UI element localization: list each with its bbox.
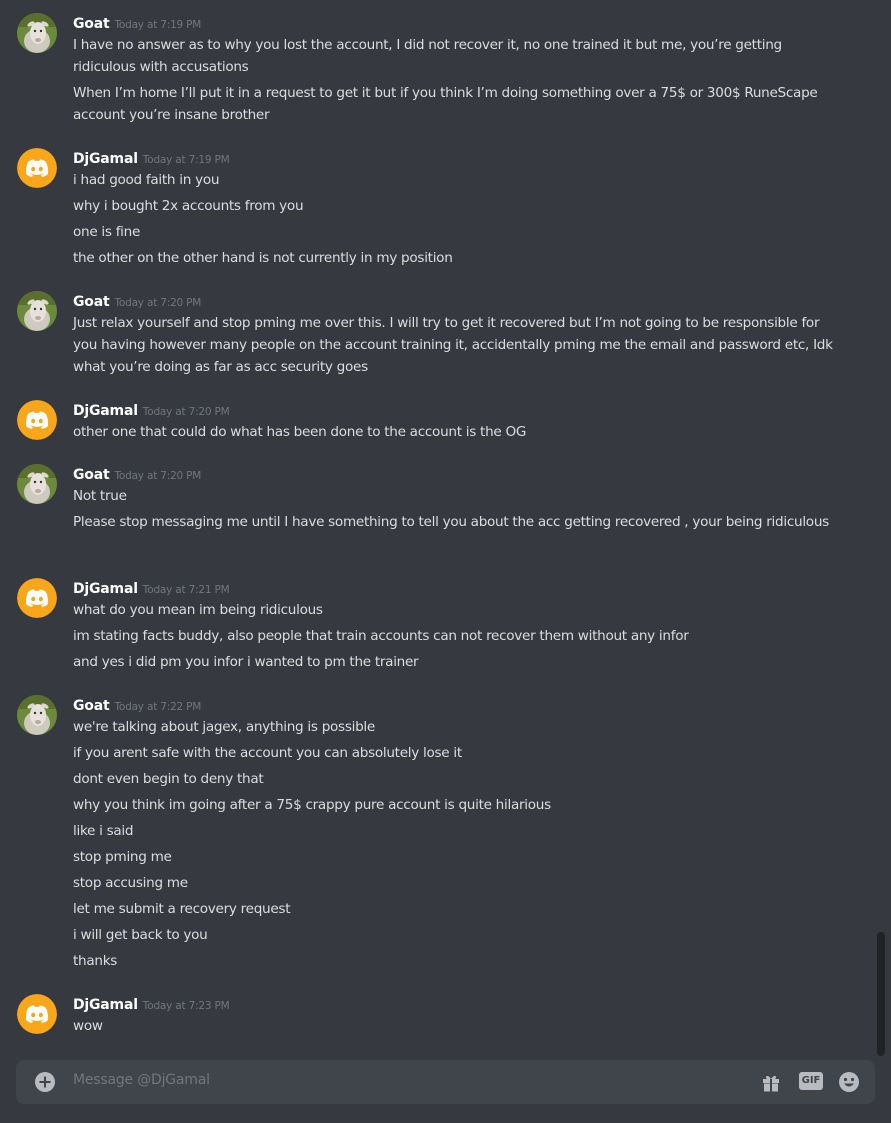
username[interactable]: DjGamal [73,997,138,1013]
message-text: like i said [73,823,134,839]
username[interactable]: DjGamal [73,581,138,597]
message-text: we're talking about jagex, anything is p… [73,719,375,735]
message-text: wow [73,1018,103,1034]
goat-avatar[interactable] [17,291,57,331]
message-header: Goat Today at 7:20 PM [73,291,201,311]
message-header: Goat Today at 7:19 PM [73,13,201,33]
username[interactable]: Goat [73,294,110,310]
message-list: Goat Today at 7:19 PM I have no answer as … [0,0,891,1050]
message-composer[interactable]: Message @DjGamal GIF [16,1060,875,1104]
timestamp: Today at 7:21 PM [142,584,230,596]
message-text: and yes i did pm you infor i wanted to p… [73,654,419,670]
message-content: I have no answer as to why you lost the … [73,34,833,130]
message-text: the other on the other hand is not curre… [73,250,453,266]
message-header: Goat Today at 7:22 PM [73,695,201,715]
username[interactable]: Goat [73,16,110,32]
message-text: what do you mean im being ridiculous [73,602,323,618]
discord-avatar[interactable] [17,578,57,618]
message-text: dont even begin to deny that [73,771,264,787]
message-text: why i bought 2x accounts from you [73,198,304,214]
message-text: stop pming me [73,849,172,865]
timestamp: Today at 7:19 PM [142,154,230,166]
timestamp: Today at 7:22 PM [114,701,202,713]
username[interactable]: DjGamal [73,403,138,419]
goat-avatar[interactable] [17,13,57,53]
username[interactable]: Goat [73,698,110,714]
username[interactable]: DjGamal [73,151,138,167]
message-header: DjGamal Today at 7:21 PM [73,578,230,598]
message-content: i had good faith in you why i bought 2x a… [73,169,833,273]
message-text: why you think im going after a 75$ crapp… [73,797,551,813]
gift-icon[interactable] [760,1071,782,1093]
message-text: other one that could do what has been do… [73,424,527,440]
message-text: Just relax yourself and stop pming me ov… [73,315,833,375]
emoji-icon[interactable] [838,1071,860,1093]
plus-icon[interactable] [34,1071,56,1093]
timestamp: Today at 7:20 PM [114,297,202,309]
timestamp: Today at 7:23 PM [142,1000,230,1012]
message-text: im stating facts buddy, also people that… [73,628,689,644]
goat-avatar[interactable] [17,464,57,504]
message-text: I have no answer as to why you lost the … [73,37,782,75]
message-header: DjGamal Today at 7:19 PM [73,148,230,168]
message-text: let me submit a recovery request [73,901,291,917]
timestamp: Today at 7:20 PM [142,406,230,418]
message-text: if you arent safe with the account you c… [73,745,462,761]
discord-avatar[interactable] [17,994,57,1034]
message-content: Not true Please stop messaging me until I… [73,485,833,537]
message-header: Goat Today at 7:20 PM [73,464,201,484]
goat-avatar[interactable] [17,695,57,735]
message-text: one is fine [73,224,141,240]
message-header: DjGamal Today at 7:23 PM [73,994,230,1014]
timestamp: Today at 7:19 PM [114,19,202,31]
discord-avatar[interactable] [17,400,57,440]
message-text: Not true [73,488,127,504]
discord-avatar[interactable] [17,148,57,188]
message-header: DjGamal Today at 7:20 PM [73,400,230,420]
message-content: what do you mean im being ridiculous im s… [73,599,833,677]
message-text: i had good faith in you [73,172,220,188]
scrollbar-thumb[interactable] [877,932,885,1056]
gif-icon[interactable]: GIF [799,1072,823,1090]
message-text: Please stop messaging me until I have so… [73,514,829,530]
username[interactable]: Goat [73,467,110,483]
message-input[interactable]: Message @DjGamal [73,1072,210,1088]
message-content: Just relax yourself and stop pming me ov… [73,312,833,382]
message-text: When I’m home I’ll put it in a request t… [73,85,818,123]
message-text: stop accusing me [73,875,188,891]
timestamp: Today at 7:20 PM [114,470,202,482]
message-content: other one that could do what has been do… [73,421,833,447]
message-content: wow [73,1015,833,1041]
message-content: we're talking about jagex, anything is p… [73,716,833,976]
message-text: i will get back to you [73,927,208,943]
message-text: thanks [73,953,118,969]
